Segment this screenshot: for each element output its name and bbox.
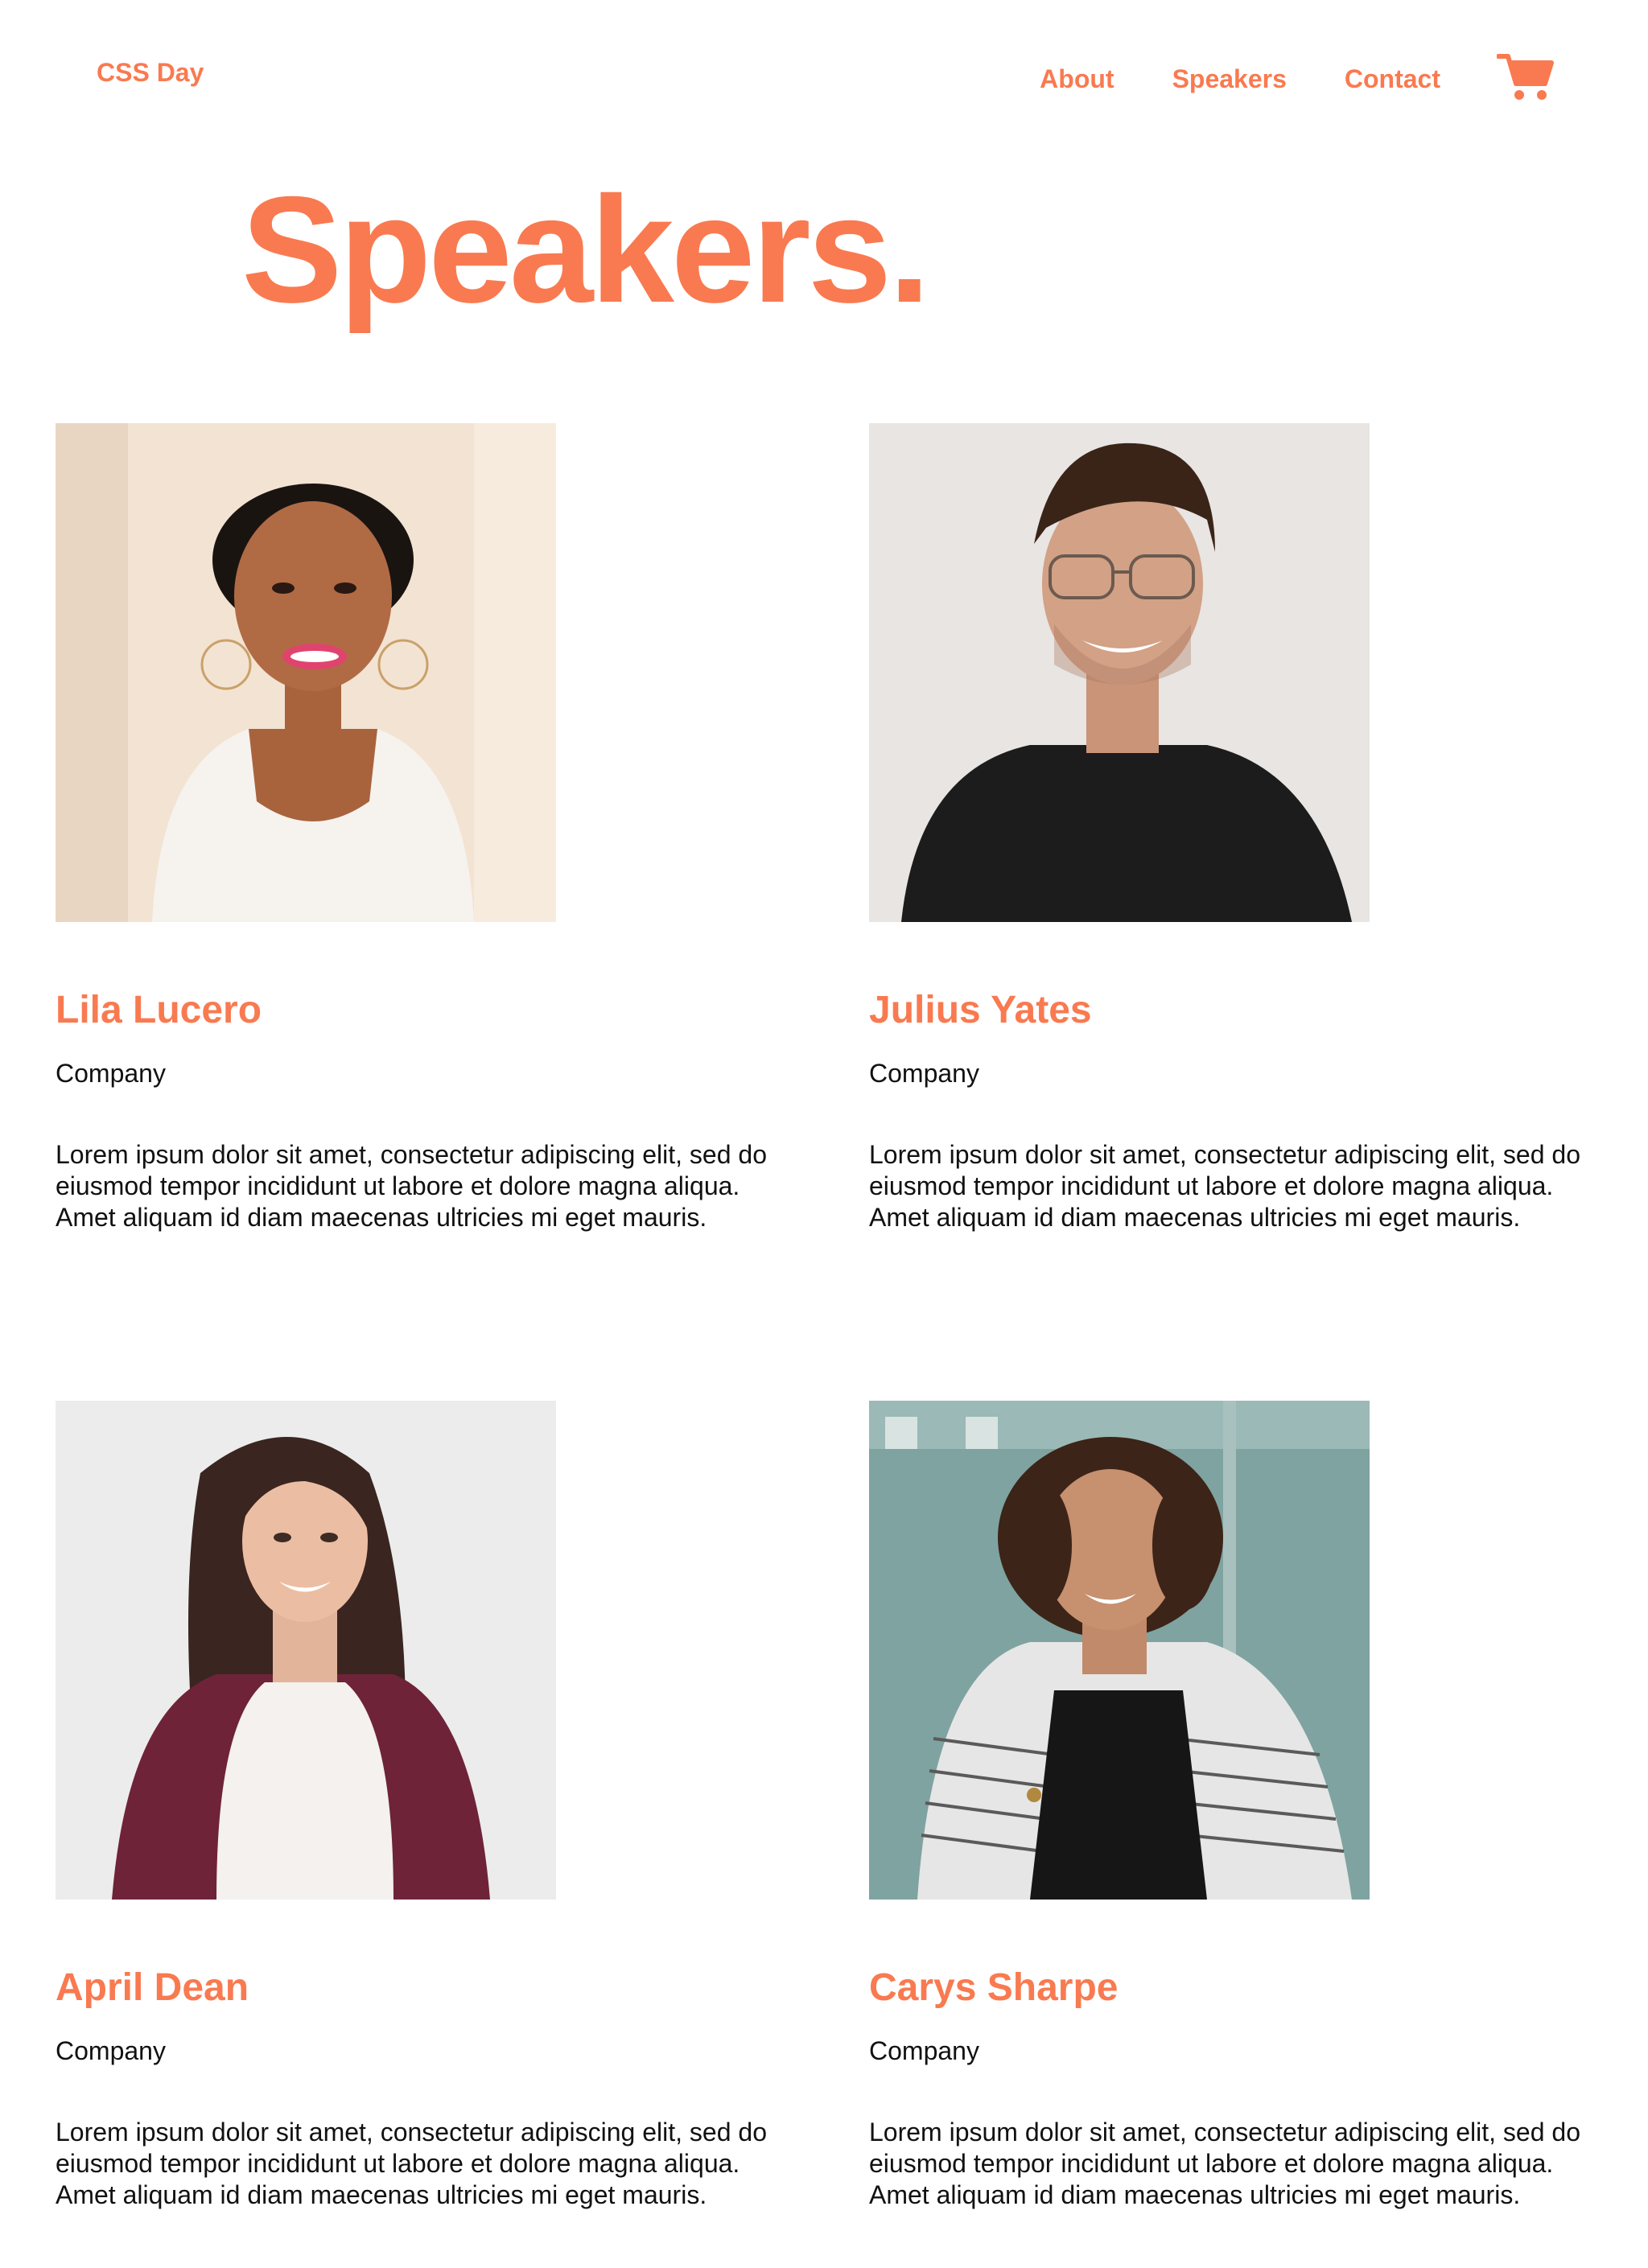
brand-link[interactable]: CSS Day — [97, 56, 204, 88]
speaker-company: Company — [869, 2036, 979, 2065]
speaker-name: Julius Yates — [869, 989, 1092, 1031]
speaker-photo — [869, 1401, 1370, 1900]
nav-links: About Speakers Contact — [1040, 54, 1555, 101]
nav-link-about[interactable]: About — [1040, 63, 1114, 95]
nav-link-contact[interactable]: Contact — [1345, 63, 1440, 95]
speaker-company: Company — [56, 2036, 166, 2065]
speaker-bio: Lorem ipsum dolor sit amet, consectetur … — [869, 2118, 1580, 2209]
speaker-bio: Lorem ipsum dolor sit amet, consectetur … — [869, 1140, 1580, 1232]
speaker-name: April Dean — [56, 1966, 249, 2009]
speaker-card: Carys Sharpe Company Lorem ipsum dolor s… — [869, 1401, 1642, 2211]
speaker-photo — [869, 423, 1370, 922]
top-nav: CSS Day About Speakers Contact — [0, 0, 1648, 145]
speaker-card: Julius Yates Company Lorem ipsum dolor s… — [869, 423, 1642, 1233]
page-title: Speakers. — [241, 165, 930, 334]
speaker-bio: Lorem ipsum dolor sit amet, consectetur … — [56, 2118, 767, 2209]
speaker-photo — [56, 1401, 556, 1900]
speaker-card: April Dean Company Lorem ipsum dolor sit… — [56, 1401, 828, 2211]
speaker-company: Company — [56, 1059, 166, 1088]
speaker-photo — [56, 423, 556, 922]
speaker-card: Lila Lucero Company Lorem ipsum dolor si… — [56, 423, 828, 1233]
nav-link-speakers[interactable]: Speakers — [1172, 63, 1287, 95]
speaker-name: Carys Sharpe — [869, 1966, 1119, 2009]
speaker-name: Lila Lucero — [56, 989, 262, 1031]
shopping-cart-icon[interactable] — [1497, 54, 1555, 101]
speaker-bio: Lorem ipsum dolor sit amet, consectetur … — [56, 1140, 767, 1232]
speaker-company: Company — [869, 1059, 979, 1088]
